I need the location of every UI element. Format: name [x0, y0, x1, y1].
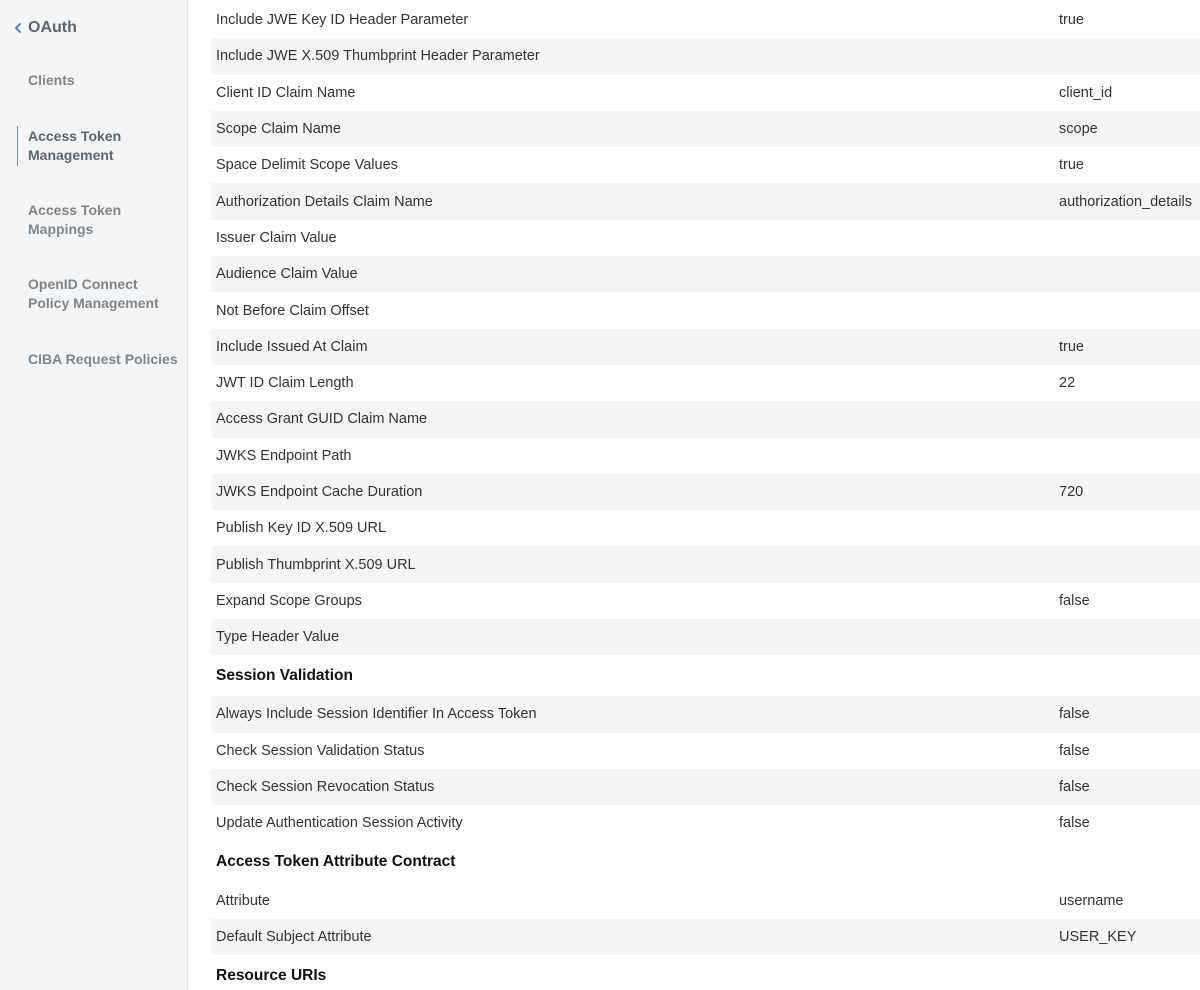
- section-title: Session Validation: [216, 666, 353, 684]
- sidebar-item-access-token-mappings[interactable]: Access Token Mappings: [28, 201, 178, 239]
- setting-label: Type Header Value: [216, 629, 340, 646]
- setting-value: true: [1059, 12, 1084, 29]
- settings-row: Always Include Session Identifier In Acc…: [211, 696, 1200, 733]
- settings-row: Include JWE Key ID Header Parameter true: [211, 2, 1200, 38]
- setting-value: username: [1059, 892, 1124, 909]
- settings-row: Scope Claim Name scope: [211, 110, 1200, 148]
- settings-row: Audience Claim Value: [211, 256, 1200, 293]
- settings-row: JWT ID Claim Length 22: [211, 365, 1200, 401]
- section-header-attribute-contract: Access Token Attribute Contract: [211, 842, 1200, 883]
- setting-label: Audience Claim Value: [216, 266, 358, 283]
- setting-label: JWKS Endpoint Cache Duration: [216, 484, 423, 500]
- settings-row: Default Subject Attribute USER_KEY: [211, 918, 1200, 956]
- setting-value: false: [1059, 742, 1090, 759]
- settings-row: JWKS Endpoint Path: [211, 438, 1200, 474]
- setting-value: false: [1059, 706, 1090, 723]
- setting-label: Attribute: [216, 892, 270, 909]
- setting-value: 22: [1059, 375, 1076, 392]
- setting-value: scope: [1059, 121, 1098, 138]
- settings-row: Expand Scope Groups false: [211, 583, 1200, 619]
- setting-label: Expand Scope Groups: [216, 592, 362, 609]
- setting-value: false: [1059, 815, 1090, 832]
- setting-label: Publish Key ID X.509 URL: [216, 520, 387, 537]
- back-to-oauth-link[interactable]: OAuth: [12, 19, 77, 37]
- settings-row: Access Grant GUID Claim Name: [211, 401, 1200, 438]
- settings-row: Update Authentication Session Activity f…: [211, 805, 1200, 841]
- setting-value: authorization_details: [1059, 193, 1193, 210]
- sidebar: OAuth Clients Access Token Management Ac…: [0, 0, 188, 990]
- setting-label: Access Grant GUID Claim Name: [216, 411, 428, 428]
- setting-label: Check Session Revocation Status: [216, 779, 435, 796]
- settings-row: Check Session Revocation Status false: [211, 768, 1200, 806]
- setting-label: JWKS Endpoint Path: [216, 447, 352, 464]
- setting-value: true: [1059, 338, 1084, 355]
- setting-value: USER_KEY: [1059, 928, 1137, 945]
- sidebar-title: OAuth: [28, 19, 77, 36]
- setting-label: Include JWE X.509 Thumbprint Header Para…: [216, 48, 540, 65]
- setting-label: Space Delimit Scope Values: [216, 157, 398, 174]
- setting-label: JWT ID Claim Length: [216, 375, 354, 392]
- setting-value: true: [1059, 157, 1084, 174]
- setting-label: Not Before Claim Offset: [216, 302, 369, 319]
- section-title: Resource URIs: [216, 966, 327, 984]
- setting-value: false: [1059, 592, 1090, 609]
- section-header-session-validation: Session Validation: [211, 655, 1200, 696]
- settings-row: Type Header Value: [211, 619, 1200, 656]
- sidebar-item-openid-connect-policy-management[interactable]: OpenID Connect Policy Management: [28, 275, 178, 313]
- settings-row: Client ID Claim Name client_id: [211, 75, 1200, 111]
- setting-label: Always Include Session Identifier In Acc…: [216, 706, 537, 723]
- settings-row: Attribute username: [211, 883, 1200, 919]
- section-title: Access Token Attribute Contract: [216, 853, 456, 871]
- settings-row: Include Issued At Claim true: [211, 328, 1200, 365]
- settings-row: Issuer Claim Value: [211, 220, 1200, 256]
- setting-label: Authorization Details Claim Name: [216, 193, 433, 210]
- setting-label: Issuer Claim Value: [216, 229, 337, 246]
- setting-label: Update Authentication Session Activity: [216, 815, 463, 832]
- settings-row: Authorization Details Claim Name authori…: [211, 183, 1200, 220]
- setting-value: false: [1059, 779, 1090, 796]
- settings-row: Space Delimit Scope Values true: [211, 147, 1200, 183]
- sidebar-item-ciba-request-policies[interactable]: CIBA Request Policies: [28, 350, 178, 369]
- main-content: Include JWE Key ID Header Parameter true…: [189, 0, 1200, 990]
- setting-label: Check Session Validation Status: [216, 742, 425, 759]
- sidebar-item-access-token-management[interactable]: Access Token Management: [28, 127, 178, 165]
- settings-row: Publish Key ID X.509 URL: [211, 510, 1200, 546]
- settings-row: Publish Thumbprint X.509 URL: [211, 546, 1200, 583]
- section-header-resource-uris: Resource URIs: [211, 955, 1200, 990]
- chevron-left-icon: [15, 23, 21, 33]
- setting-value: 720: [1059, 484, 1084, 500]
- sidebar-item-clients[interactable]: Clients: [28, 71, 178, 90]
- settings-row: Check Session Validation Status false: [211, 733, 1200, 769]
- settings-list: Include JWE Key ID Header Parameter true…: [211, 2, 1200, 990]
- active-indicator: [17, 126, 18, 166]
- settings-row: Not Before Claim Offset: [211, 292, 1200, 328]
- setting-label: Include Issued At Claim: [216, 338, 368, 355]
- settings-row: JWKS Endpoint Cache Duration 720: [211, 473, 1200, 511]
- settings-row: Include JWE X.509 Thumbprint Header Para…: [211, 38, 1200, 75]
- setting-value: client_id: [1059, 84, 1113, 101]
- setting-label: Scope Claim Name: [216, 121, 341, 138]
- setting-label: Client ID Claim Name: [216, 84, 356, 101]
- setting-label: Default Subject Attribute: [216, 928, 372, 945]
- setting-label: Publish Thumbprint X.509 URL: [216, 556, 416, 573]
- setting-label: Include JWE Key ID Header Parameter: [216, 12, 469, 29]
